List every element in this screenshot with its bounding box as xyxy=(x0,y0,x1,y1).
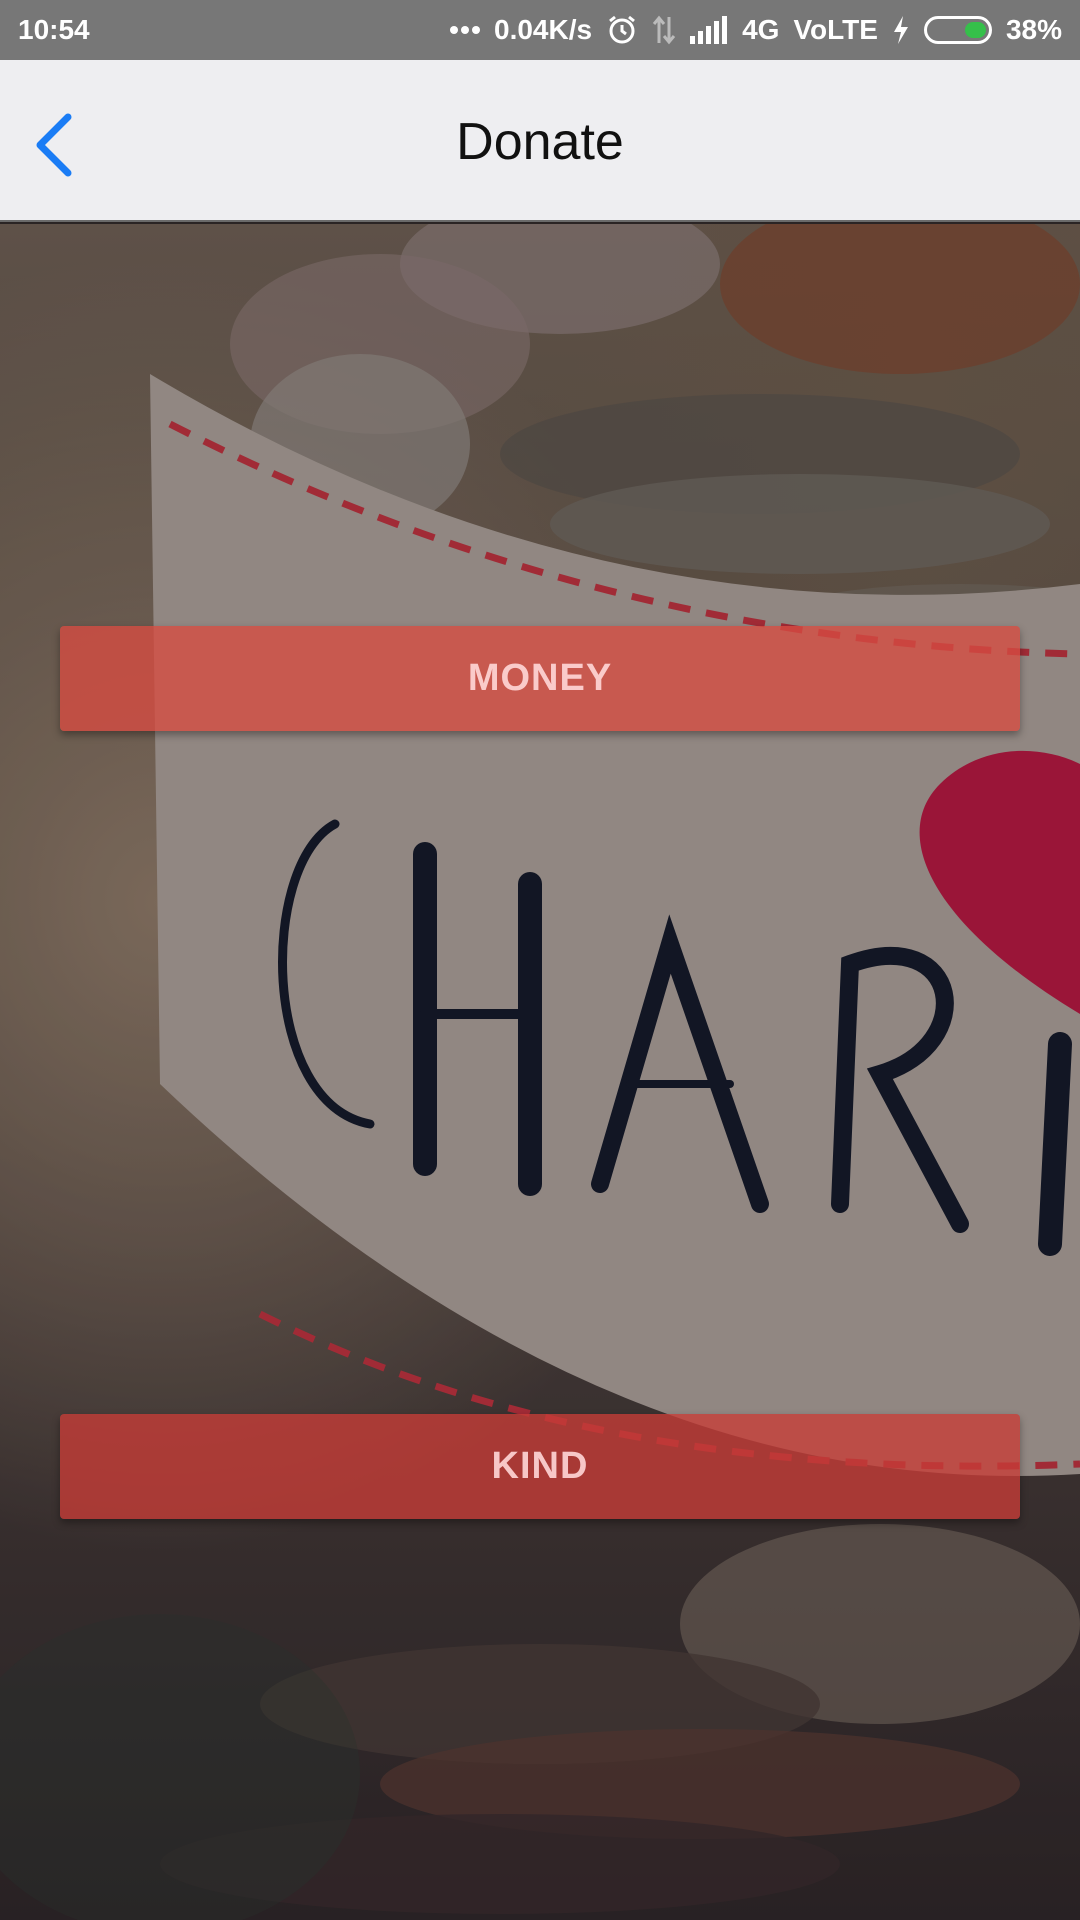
network-type: 4G xyxy=(742,14,780,45)
status-icons: 0.04K/s 4G VoLTE 38% xyxy=(450,14,1062,46)
network-speed: 0.04K/s xyxy=(494,14,593,45)
dots-icon xyxy=(450,25,480,35)
charging-icon xyxy=(892,15,910,45)
status-bar: 10:54 0.04K/s 4G VoLTE 38% xyxy=(0,0,1080,60)
charity-jar-background xyxy=(0,224,1080,1920)
volte-label: VoLTE xyxy=(793,14,878,45)
nav-bar: Donate xyxy=(0,60,1080,222)
kind-button[interactable]: KIND xyxy=(60,1414,1020,1519)
battery-icon xyxy=(923,16,992,44)
donate-content: MONEY KIND xyxy=(0,224,1080,1920)
data-arrows-icon xyxy=(652,15,676,45)
signal-icon xyxy=(690,16,728,44)
alarm-icon xyxy=(606,14,638,46)
battery-percent: 38% xyxy=(1005,14,1062,45)
battery-fill xyxy=(964,22,986,38)
page-title: Donate xyxy=(456,113,624,171)
money-button[interactable]: MONEY xyxy=(60,626,1020,731)
status-time: 10:54 xyxy=(18,14,90,45)
